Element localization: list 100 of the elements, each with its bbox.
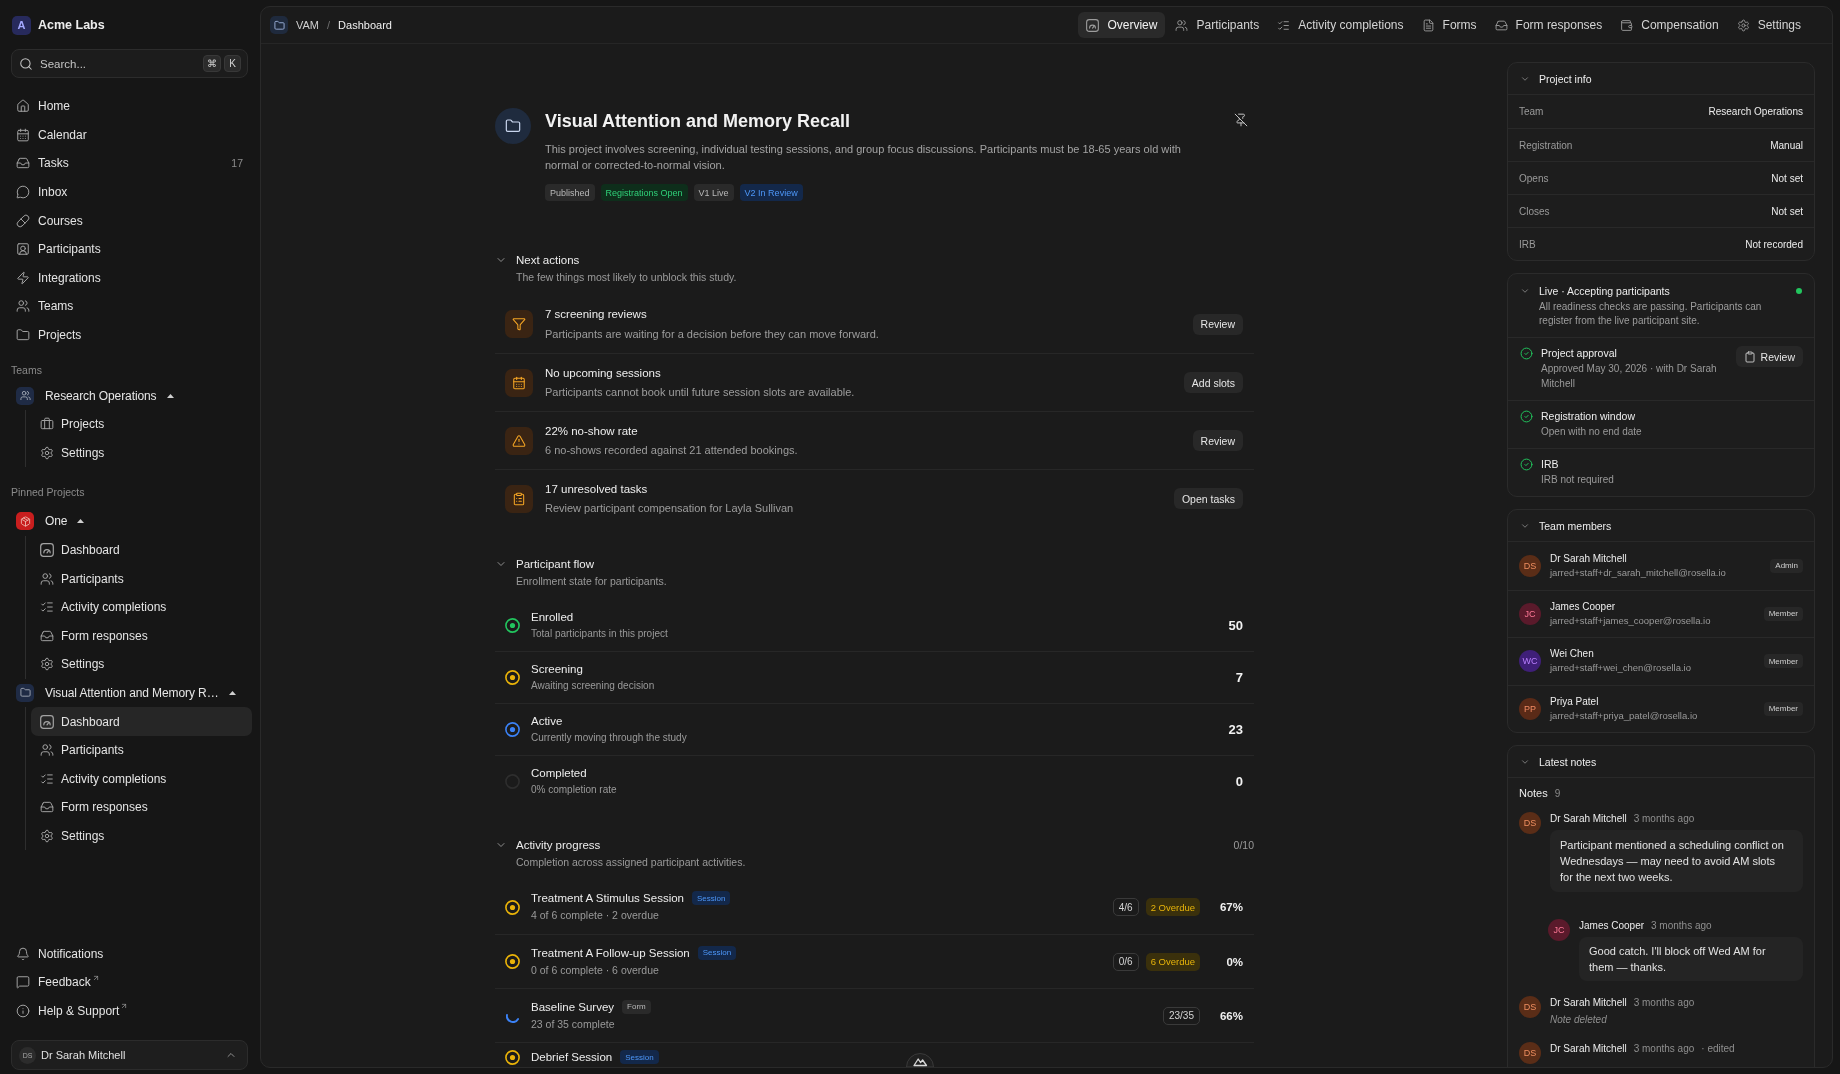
nav-tab[interactable]: Forms <box>1413 12 1485 38</box>
workspace-name: Acme Labs <box>38 18 105 32</box>
tree-link[interactable]: Settings <box>31 438 252 468</box>
info-value: Manual <box>1770 139 1803 151</box>
nav-tab[interactable]: Overview <box>1078 12 1166 38</box>
nav-link[interactable]: Teams <box>11 292 248 321</box>
users-icon <box>40 743 54 758</box>
action-title: No upcoming sessions <box>545 365 662 381</box>
check-detail: Approved May 30, 2026 · with Dr Sarah Mitchell <box>1541 362 1718 391</box>
tree-link[interactable]: Activity completions <box>31 592 252 622</box>
tree-link[interactable]: Participants <box>31 564 252 593</box>
project-title: Visual Attention and Memory Recall <box>545 110 852 133</box>
nav-link[interactable]: Inbox <box>11 177 248 207</box>
tree-link[interactable]: Dashboard <box>31 535 252 565</box>
action-button[interactable]: Open tasks <box>1173 488 1243 509</box>
tree-link[interactable]: Dashboard <box>31 707 252 736</box>
completion-count: 23/35 <box>1162 1006 1200 1025</box>
nav-link[interactable]: Projects <box>11 320 248 350</box>
nav-link[interactable]: Calendar <box>11 120 248 150</box>
info-label: Opens <box>1519 172 1549 184</box>
nav-link[interactable]: Integrations <box>11 263 248 293</box>
tree-link[interactable]: Activity completions <box>31 764 252 794</box>
note-time: 3 months ago <box>1633 996 1695 1008</box>
nav-link[interactable]: Courses <box>11 206 248 235</box>
stage-count: 0 <box>1235 774 1243 789</box>
tree-link[interactable]: Participants <box>31 735 252 765</box>
review-button[interactable]: Review <box>1735 346 1803 367</box>
member-name: Wei Chen <box>1550 647 1595 662</box>
info-label: Team <box>1519 106 1544 117</box>
shortcut-key: ⌘ <box>203 55 221 72</box>
logo-icon[interactable] <box>906 1053 934 1067</box>
note-author: James Cooper <box>1579 919 1645 931</box>
nav-link[interactable]: Participants <box>11 234 248 264</box>
tree-item[interactable]: One <box>11 507 248 536</box>
checklist-icon <box>40 600 54 615</box>
card-title: Live · Accepting participants <box>1539 285 1670 297</box>
tree-link[interactable]: Projects <box>31 409 252 439</box>
status-tag: V2 In Review <box>739 184 803 201</box>
clipboard-icon <box>1743 350 1756 363</box>
initials-avatar: DS <box>1519 996 1541 1018</box>
member-email: jarred+staff+wei_chen@rosella.io <box>1550 661 1692 676</box>
pill-icon <box>16 213 30 228</box>
activity-type-tag: Session <box>692 891 731 905</box>
stage-description: Currently moving through the study <box>531 731 688 745</box>
wallet-icon <box>1620 18 1634 32</box>
task-count: 17 <box>231 157 243 170</box>
gauge-icon <box>40 543 54 557</box>
folder-icon <box>495 108 531 144</box>
completion-percent: 0% <box>1225 955 1243 968</box>
completion-count: 0/6 <box>1112 952 1139 971</box>
lightning-icon <box>16 270 30 285</box>
stage-count: 23 <box>1228 722 1243 737</box>
tree-item[interactable]: Research Operations <box>11 381 248 410</box>
completion-percent: 67% <box>1218 901 1243 913</box>
stage-description: Awaiting screening decision <box>531 679 656 693</box>
nav-tab[interactable]: Activity completions <box>1269 12 1412 38</box>
stage-name: Active <box>531 714 564 729</box>
nav-tab[interactable]: Settings <box>1728 12 1809 38</box>
member-name: Dr Sarah Mitchell <box>1550 551 1628 566</box>
tree-link[interactable]: Settings <box>31 821 252 851</box>
deleted-note-text: Note deleted <box>1550 1013 1608 1027</box>
chevron-down-icon[interactable] <box>1520 286 1530 296</box>
activity-summary: 4 of 6 complete · 2 overdue <box>531 908 660 923</box>
nav-link[interactable]: Tasks 17 <box>11 149 248 178</box>
action-button[interactable]: Review <box>1192 430 1243 451</box>
initials-avatar: PP <box>1519 697 1541 720</box>
nav-link[interactable]: Notifications <box>11 939 248 968</box>
section-subtitle: The few things most likely to unblock this study. <box>516 270 738 285</box>
note-time: 3 months ago <box>1633 1042 1695 1054</box>
info-value: Not set <box>1771 172 1803 184</box>
card-title: Latest notes <box>1539 755 1597 768</box>
nav-tab[interactable]: Compensation <box>1612 12 1727 38</box>
action-button[interactable]: Review <box>1192 313 1243 335</box>
info-value: Not recorded <box>1745 238 1803 250</box>
pin-off-icon[interactable] <box>1234 113 1248 127</box>
nav-tab[interactable]: Participants <box>1167 12 1268 38</box>
activity-summary: 23 of 35 complete <box>531 1016 616 1032</box>
breadcrumb-link[interactable]: VAM <box>296 19 320 31</box>
action-title: 22% no-show rate <box>545 423 639 439</box>
nav-link[interactable]: Feedback <box>11 967 248 997</box>
workspace-logo: A <box>12 15 31 35</box>
stage-count: 7 <box>1235 670 1243 685</box>
notes-count: 9 <box>1554 788 1561 799</box>
group-label: Teams <box>11 363 43 378</box>
info-label: Registration <box>1519 139 1573 151</box>
section-subtitle: Enrollment state for participants. <box>516 574 668 589</box>
tree-item[interactable]: Visual Attention and Memory R… <box>11 678 248 708</box>
tree-link[interactable]: Form responses <box>31 793 252 822</box>
tree-link[interactable]: Form responses <box>31 621 252 651</box>
check-detail: IRB not required <box>1541 473 1615 487</box>
tree-link[interactable]: Settings <box>31 650 252 679</box>
calendar-icon <box>16 127 30 142</box>
nav-link[interactable]: Home <box>11 92 248 121</box>
action-title: 7 screening reviews <box>545 307 648 323</box>
action-button[interactable]: Add slots <box>1183 372 1243 393</box>
status-tag: Registrations Open <box>600 184 688 201</box>
nav-tab[interactable]: Form responses <box>1486 12 1611 38</box>
completion-percent: 66% <box>1218 1009 1243 1022</box>
nav-link[interactable]: Help & Support <box>11 996 248 1025</box>
gauge-icon <box>1086 18 1100 32</box>
